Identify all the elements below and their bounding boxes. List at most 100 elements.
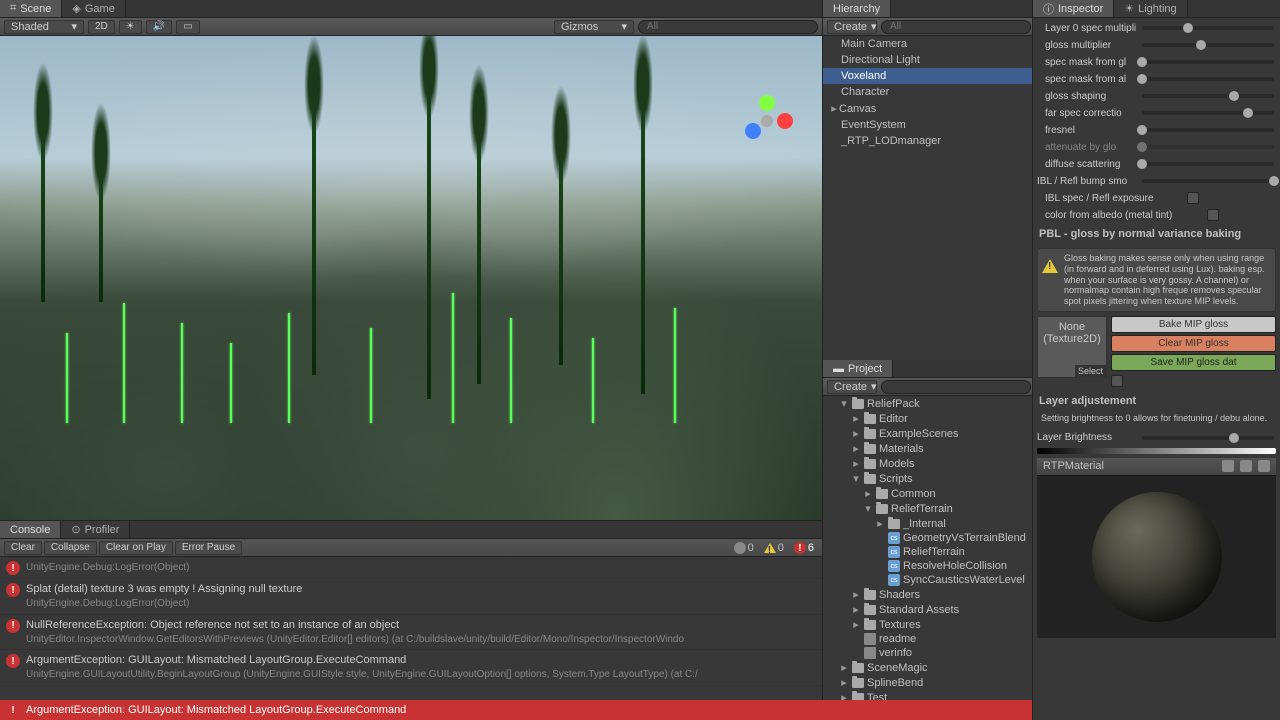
scene-viewport[interactable] [0,36,822,520]
tab-console[interactable]: Console [0,521,61,538]
error-pause-button[interactable]: Error Pause [175,541,242,555]
project-item[interactable]: ▾ReliefTerrain [823,501,1032,516]
project-item[interactable]: ▾Scripts [823,471,1032,486]
texture-slot[interactable]: None (Texture2D) Select [1037,316,1107,378]
console-entry[interactable]: !UnityEngine.Debug:LogError(Object) [0,557,822,579]
hierarchy-list[interactable]: Main CameraDirectional LightVoxelandChar… [823,36,1032,360]
preview-play-icon[interactable] [1222,460,1234,472]
project-item[interactable]: csGeometryVsTerrainBlend [823,531,1032,545]
project-item[interactable]: ▸ExampleScenes [823,426,1032,441]
brightness-gradient[interactable] [1037,448,1276,454]
fx-toggle[interactable]: ▭ [176,20,199,34]
gizmo-y-axis[interactable] [759,95,775,111]
hierarchy-create-dropdown[interactable]: Create▾ [827,20,877,34]
gizmo-z-axis[interactable] [745,123,761,139]
material-sphere[interactable] [1092,492,1222,622]
prop-slider[interactable] [1142,94,1274,98]
prop-slider[interactable] [1142,162,1274,166]
clear-mip-button[interactable]: Clear MIP gloss [1111,335,1276,352]
project-item[interactable]: readme [823,632,1032,646]
prop-slider[interactable] [1142,43,1274,47]
preview-mode-icon[interactable] [1258,460,1270,472]
prop-slider[interactable] [1142,145,1274,149]
project-item[interactable]: ▸Materials [823,441,1032,456]
tab-game[interactable]: ◈Game [62,0,125,17]
hierarchy-item[interactable]: Character [823,84,1032,100]
prop-label: fresnel [1037,125,1142,136]
gizmo-x-axis[interactable] [777,113,793,129]
project-item[interactable]: ▸Textures [823,617,1032,632]
preview-light-icon[interactable] [1240,460,1252,472]
inspector-panel[interactable]: Layer 0 spec multipligloss multiplierspe… [1033,18,1280,720]
console-entry[interactable]: !ArgumentException: GUILayout: Mismatche… [0,650,822,686]
project-item[interactable]: ▸SceneMagic [823,660,1032,675]
prop-slider[interactable] [1142,128,1274,132]
project-item[interactable]: csReliefTerrain [823,545,1032,559]
texture-select-button[interactable]: Select [1075,365,1106,377]
project-item[interactable]: ▸Editor [823,411,1032,426]
hierarchy-item[interactable]: EventSystem [823,117,1032,133]
hierarchy-item[interactable]: _RTP_LODmanager [823,133,1032,149]
error-count[interactable]: !6 [790,541,818,554]
prop-slider[interactable] [1142,77,1274,81]
color-albedo-check[interactable] [1207,209,1219,221]
console-entry[interactable]: !NullReferenceException: Object referenc… [0,615,822,651]
save-mip-button[interactable]: Save MIP gloss dat [1111,354,1276,371]
color-albedo-label: color from albedo (metal tint) [1037,210,1207,221]
project-item[interactable]: csResolveHoleCollision [823,559,1032,573]
project-tree[interactable]: ▾ReliefPack▸Editor▸ExampleScenes▸Materia… [823,396,1032,720]
tab-hierarchy[interactable]: Hierarchy [823,0,891,17]
hierarchy-search[interactable] [881,20,1031,34]
ibl-exposure-check[interactable] [1187,192,1199,204]
project-item[interactable]: csSyncCausticsWaterLevel [823,573,1032,587]
project-item[interactable]: ▸Shaders [823,587,1032,602]
tab-project[interactable]: ▬Project [823,360,893,377]
tab-profiler[interactable]: ⊙Profiler [61,521,130,538]
audio-toggle[interactable]: 🔊 [146,20,172,34]
gizmo-center[interactable] [761,115,773,127]
info-count[interactable]: 0 [730,542,758,554]
hierarchy-item[interactable]: Directional Light [823,52,1032,68]
ibl-bump-slider[interactable] [1142,179,1274,183]
shading-dropdown[interactable]: Shaded▾ [4,20,84,34]
orientation-gizmo[interactable] [742,96,792,146]
project-item[interactable]: ▸SplineBend [823,675,1032,690]
warning-icon [1042,259,1058,273]
hierarchy-item[interactable]: Voxeland [823,68,1032,84]
tab-inspector[interactable]: ⓘInspector [1033,0,1114,17]
brightness-slider[interactable] [1142,436,1274,440]
material-preview: RTPMaterial [1037,458,1276,638]
hierarchy-item[interactable]: Main Camera [823,36,1032,52]
bake-mip-button[interactable]: Bake MIP gloss [1111,316,1276,333]
mip-checkbox[interactable] [1111,375,1123,387]
project-item[interactable]: ▾ReliefPack [823,396,1032,411]
hierarchy-item[interactable]: ▸Canvas [823,100,1032,117]
tab-scene[interactable]: ⌗Scene [0,0,62,17]
ibl-exposure-label: IBL spec / Refl exposure [1037,193,1187,204]
folder-icon: ▬ [833,363,844,375]
console-list[interactable]: !UnityEngine.Debug:LogError(Object)!Spla… [0,557,822,720]
project-item[interactable]: ▸_Internal [823,516,1032,531]
prop-slider[interactable] [1142,26,1274,30]
scene-search[interactable] [638,20,818,34]
status-bar[interactable]: ! ArgumentException: GUILayout: Mismatch… [0,700,1032,720]
project-search[interactable] [881,380,1031,394]
layer-adj-header: Layer adjustement [1037,391,1276,411]
project-item[interactable]: ▸Common [823,486,1032,501]
project-item[interactable]: verinfo [823,646,1032,660]
prop-slider[interactable] [1142,60,1274,64]
console-entry[interactable]: !Splat (detail) texture 3 was empty ! As… [0,579,822,615]
project-item[interactable]: ▸Standard Assets [823,602,1032,617]
lighting-toggle[interactable]: ☀ [119,20,142,34]
clear-button[interactable]: Clear [4,541,42,555]
tab-lighting[interactable]: ☀Lighting [1114,0,1187,17]
collapse-button[interactable]: Collapse [44,541,97,555]
mode-2d-toggle[interactable]: 2D [88,20,115,34]
gizmos-dropdown[interactable]: Gizmos▾ [554,20,634,34]
project-item[interactable]: ▸Models [823,456,1032,471]
prop-slider[interactable] [1142,111,1274,115]
layer-adj-help: Setting brightness to 0 allows for finet… [1037,411,1276,426]
project-create-dropdown[interactable]: Create▾ [827,380,877,394]
warn-count[interactable]: 0 [760,542,788,554]
clear-on-play-button[interactable]: Clear on Play [99,541,173,555]
